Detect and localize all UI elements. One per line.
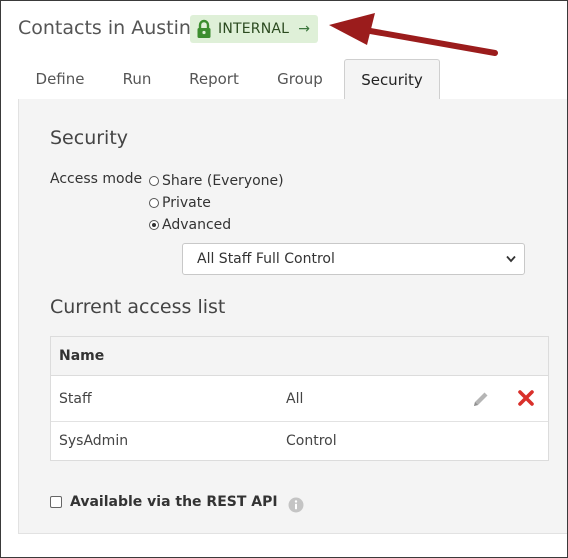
access-mode-label: Access mode	[50, 171, 143, 187]
pencil-icon[interactable]	[471, 389, 491, 409]
radio-share[interactable]	[149, 176, 159, 186]
access-list-heading: Current access list	[50, 296, 226, 318]
tab-run[interactable]: Run	[102, 59, 172, 98]
tab-bar: Define Run Report Group Security	[18, 59, 567, 100]
row-access: All	[286, 390, 304, 407]
rest-api-option[interactable]: Available via the REST API	[50, 491, 304, 513]
tab-run-label: Run	[122, 69, 152, 88]
radio-advanced[interactable]	[149, 220, 159, 230]
radio-private[interactable]	[149, 198, 159, 208]
table-header: Name	[51, 337, 548, 376]
access-mode-share-option[interactable]: Share (Everyone)	[149, 171, 284, 191]
table-row: SysAdmin Control	[51, 422, 548, 460]
page-title: Contacts in Austin	[18, 17, 191, 39]
tab-report[interactable]: Report	[172, 59, 256, 98]
table-row: Staff All	[51, 376, 548, 422]
row-name: Staff	[59, 390, 92, 407]
radio-share-label: Share (Everyone)	[162, 173, 284, 189]
row-name: SysAdmin	[59, 433, 129, 449]
chevron-down-icon	[506, 255, 516, 263]
window-frame: Contacts in Austin INTERNAL → Define Run…	[0, 0, 568, 558]
visibility-badge-label: INTERNAL	[218, 21, 290, 37]
tab-define-label: Define	[35, 69, 85, 88]
security-heading: Security	[50, 127, 129, 149]
radio-advanced-label: Advanced	[162, 217, 232, 233]
tab-group[interactable]: Group	[256, 59, 344, 98]
advanced-access-select[interactable]: All Staff Full Control	[182, 243, 525, 275]
radio-private-label: Private	[162, 195, 211, 211]
advanced-access-select-value: All Staff Full Control	[197, 251, 335, 267]
tab-define[interactable]: Define	[18, 59, 102, 98]
tab-security-label: Security	[361, 70, 423, 89]
lock-icon	[197, 19, 211, 38]
column-header-name: Name	[59, 348, 105, 364]
access-list-table: Name Staff All SysAdmin Control	[50, 336, 549, 461]
arrow-right-icon: →	[298, 21, 310, 37]
security-panel: Security Access mode Share (Everyone) Pr…	[18, 99, 567, 534]
tab-report-label: Report	[189, 69, 239, 88]
delete-x-icon[interactable]	[517, 389, 535, 407]
rest-api-label: Available via the REST API	[70, 494, 278, 510]
rest-api-checkbox[interactable]	[50, 496, 62, 508]
row-access: Control	[286, 433, 337, 449]
info-icon[interactable]	[288, 497, 304, 513]
tab-group-label: Group	[277, 69, 323, 88]
tab-security[interactable]: Security	[344, 59, 440, 100]
visibility-badge[interactable]: INTERNAL →	[190, 15, 318, 43]
access-mode-advanced-option[interactable]: Advanced	[149, 215, 231, 235]
access-mode-private-option[interactable]: Private	[149, 193, 211, 213]
